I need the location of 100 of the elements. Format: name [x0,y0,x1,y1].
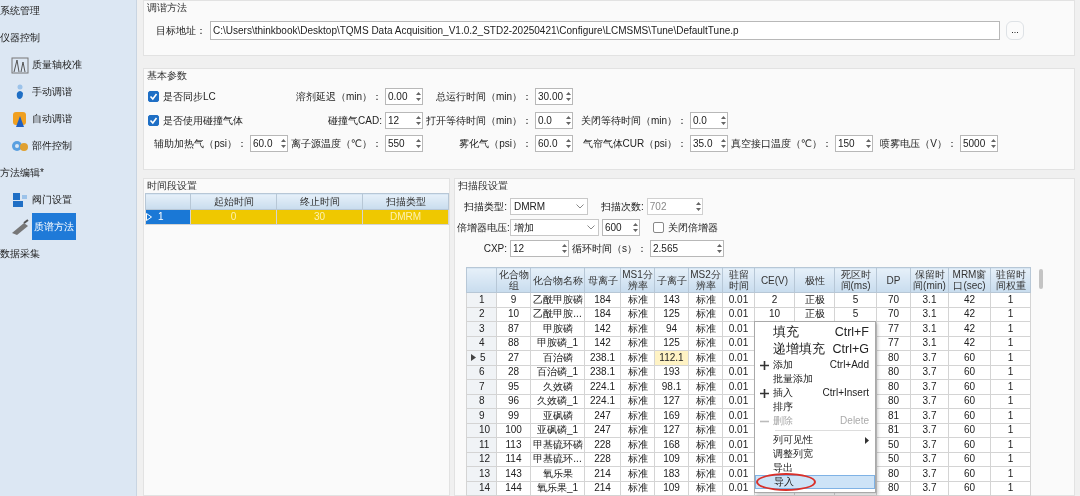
checkbox[interactable] [148,91,159,102]
number-field[interactable]: 150 [835,135,873,152]
path-field[interactable]: C:\Users\thinkbook\Desktop\TQMS Data Acquisition_V1.0.2_STD2-20250421\Configure\LCMSMS\Tune\DefaultTune.p [210,21,1000,40]
column-header[interactable]: 死区时间(ms) [834,267,877,293]
row-number: 3 [479,322,485,335]
field-label: 离子源温度（℃）： [290,137,382,150]
blocks-icon [11,190,29,209]
menu-item[interactable]: 排序 [755,400,875,414]
menu-item[interactable]: 插入 Ctrl+Insert [755,386,875,400]
submenu-arrow-icon [865,436,869,444]
menu-item[interactable]: 填充 Ctrl+F [755,324,875,341]
sidebar-group[interactable]: 系统管理 [0,4,40,17]
sidebar-item[interactable]: 阀门设置 [32,193,72,206]
dropdown[interactable]: 增加 [510,219,599,236]
menu-item[interactable]: 导入 [755,475,875,489]
field-label: 循环时间（s）： [572,242,647,255]
number-field[interactable]: 0.0 [690,112,728,129]
checkbox-label: 是否同步LC [163,90,216,103]
number-field[interactable]: 12 [385,112,423,129]
number-field[interactable]: 5000 [960,135,998,152]
column-header[interactable]: CE(V) [754,267,795,293]
sidebar-item[interactable]: 部件控制 [32,139,72,152]
number-field[interactable]: 60.0 [250,135,288,152]
spinner-icon [561,242,568,255]
shortcut-text: Delete [840,415,869,427]
number-field[interactable]: 60.0 [535,135,573,152]
spinner-icon [694,200,702,213]
spinner-icon [415,90,422,103]
number-field[interactable]: 0.0 [535,112,573,129]
column-header[interactable]: 化合物组 [496,267,531,293]
sidebar-group[interactable]: 方法编辑* [0,166,44,179]
column-header[interactable]: MS1分辨率 [620,267,655,293]
spinner-icon [280,137,287,150]
field-label: 打开等待时间（min）： [425,114,532,127]
field-label: 溶剂延迟（min）： [295,90,382,103]
number-field[interactable]: 12 [510,240,569,257]
menu-item[interactable]: 调整列宽 [755,447,875,461]
column-header[interactable]: 保留时间(min) [910,267,949,293]
field-label: 倍增器电压: [457,221,507,234]
spinner-icon [565,114,572,127]
group-title: 基本参数 [146,69,188,83]
menu-item[interactable]: 添加 Ctrl+Add [755,358,875,372]
row-number: 6 [479,366,485,379]
checkbox[interactable] [653,222,664,233]
column-header[interactable]: 扫描类型 [362,193,449,210]
column-header[interactable]: DP [876,267,911,293]
number-field[interactable]: 0.00 [385,88,423,105]
scrollbar-thumb[interactable] [1039,269,1043,289]
row-number: 13 [479,467,491,480]
dropdown[interactable]: DMRM [510,198,588,215]
row-number: 12 [479,453,491,466]
column-header[interactable]: 终止时间 [276,193,363,210]
column-header[interactable]: 极性 [794,267,835,293]
checkbox-label: 是否使用碰撞气体 [163,114,243,127]
field-label: 真空接口温度（℃）： [730,137,832,150]
number-field[interactable]: 600 [602,219,640,236]
sidebar-group[interactable]: 数据采集 [0,247,40,260]
checkbox[interactable] [148,115,159,126]
column-header[interactable]: 驻留时间权重 [990,267,1031,293]
column-header[interactable]: 子离子 [654,267,689,293]
row-number: 7 [479,380,485,393]
number-field[interactable]: 550 [385,135,423,152]
column-header[interactable]: 驻留时间 [722,267,755,293]
menu-item[interactable]: 列可见性 [755,433,875,447]
group-title: 时间段设置 [146,179,198,193]
plus-icon [759,360,769,370]
plus-icon [759,388,769,398]
field-label: 关闭等待时间（min）： [580,114,687,127]
column-header[interactable]: MRM窗口(sec) [948,267,991,293]
shortcut-text: Ctrl+F [834,325,869,340]
spinner-icon [415,114,422,127]
row-number: 8 [479,395,485,408]
field-label: 喷雾电压（V）： [880,137,957,150]
menu-item[interactable]: 批量添加 [755,372,875,386]
column-header[interactable]: 起始时间 [190,193,277,210]
sidebar-item[interactable]: 自动调谐 [32,112,72,125]
menu-item[interactable]: 导出 [755,461,875,475]
column-header[interactable]: 化合物名称 [530,267,585,293]
sidebar-item[interactable]: 手动调谐 [32,85,72,98]
field-label: 气帘气体CUR（psi）： [582,137,687,150]
number-field[interactable]: 30.00 [535,88,573,105]
sidebar-item[interactable]: 质谱方法 [32,213,76,240]
row-number: 2 [479,308,485,321]
number-field[interactable]: 35.0 [690,135,728,152]
spinner-icon [865,137,872,150]
spinner-icon [415,137,422,150]
column-header[interactable]: MS2分辨率 [688,267,723,293]
checkbox-label: 关闭倍增器 [668,221,718,234]
field-label: 辅助加热气（psi）： [154,137,247,150]
field-label: 总运行时间（min）： [435,90,532,103]
sidebar-item[interactable]: 质量轴校准 [32,58,82,71]
browse-button[interactable]: ... [1006,21,1024,40]
number-field[interactable]: 2.565 [650,240,724,257]
menu-item[interactable]: 递增填充 Ctrl+G [755,341,875,358]
row-number: 10 [479,424,491,437]
field-label: 扫描次数: [601,200,644,213]
field-label: 目标地址： [156,24,206,37]
column-header[interactable]: 母离子 [584,267,621,293]
row-number: 14 [479,482,491,495]
sidebar-group[interactable]: 仪器控制 [0,31,40,44]
